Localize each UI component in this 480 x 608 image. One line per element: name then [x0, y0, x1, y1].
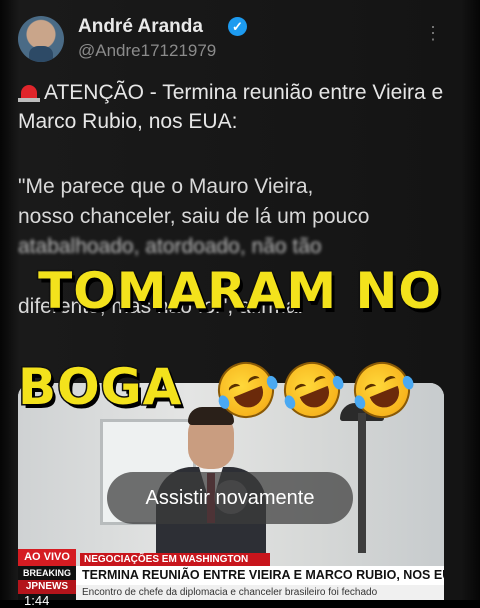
police-siren-icon — [18, 82, 40, 102]
avatar[interactable] — [18, 16, 64, 62]
verified-badge-icon: ✓ — [228, 17, 247, 36]
breaking-label: BREAKING — [18, 566, 76, 580]
author-handle[interactable]: @Andre17121979 — [78, 41, 216, 61]
quote-line: "Me parece que o Mauro Vieira, — [18, 175, 314, 198]
replay-button[interactable]: Assistir novamente — [107, 472, 353, 524]
more-options-icon[interactable]: ⋮ — [424, 24, 442, 42]
caption-line-1: TOMARAM NO — [37, 261, 443, 322]
news-ticker: AO VIVO BREAKING JPNEWS 1:44 NEGOCIAÇÕES… — [18, 549, 444, 608]
quote-line: nosso chanceler, saiu de lá um pouco — [18, 205, 370, 228]
live-badge: AO VIVO — [18, 549, 76, 566]
video-time: 1:44 — [18, 594, 76, 608]
alert-text: ATENÇÃO - Termina reunião entre Vieira e… — [18, 81, 444, 133]
ticker-subline: Encontro de chefe da diplomacia e chance… — [76, 585, 444, 600]
floor-lamp-pole — [358, 413, 366, 553]
tweet-alert-text: ATENÇÃO - Termina reunião entre Vieira e… — [18, 78, 458, 136]
ticker-section: NEGOCIAÇÕES EM WASHINGTON — [80, 553, 270, 566]
ticker-headline: TERMINA REUNIÃO ENTRE VIEIRA E MARCO RUB… — [76, 566, 444, 585]
author-name[interactable]: André Aranda — [78, 16, 203, 38]
channel-logo: JPNEWS — [18, 580, 76, 594]
